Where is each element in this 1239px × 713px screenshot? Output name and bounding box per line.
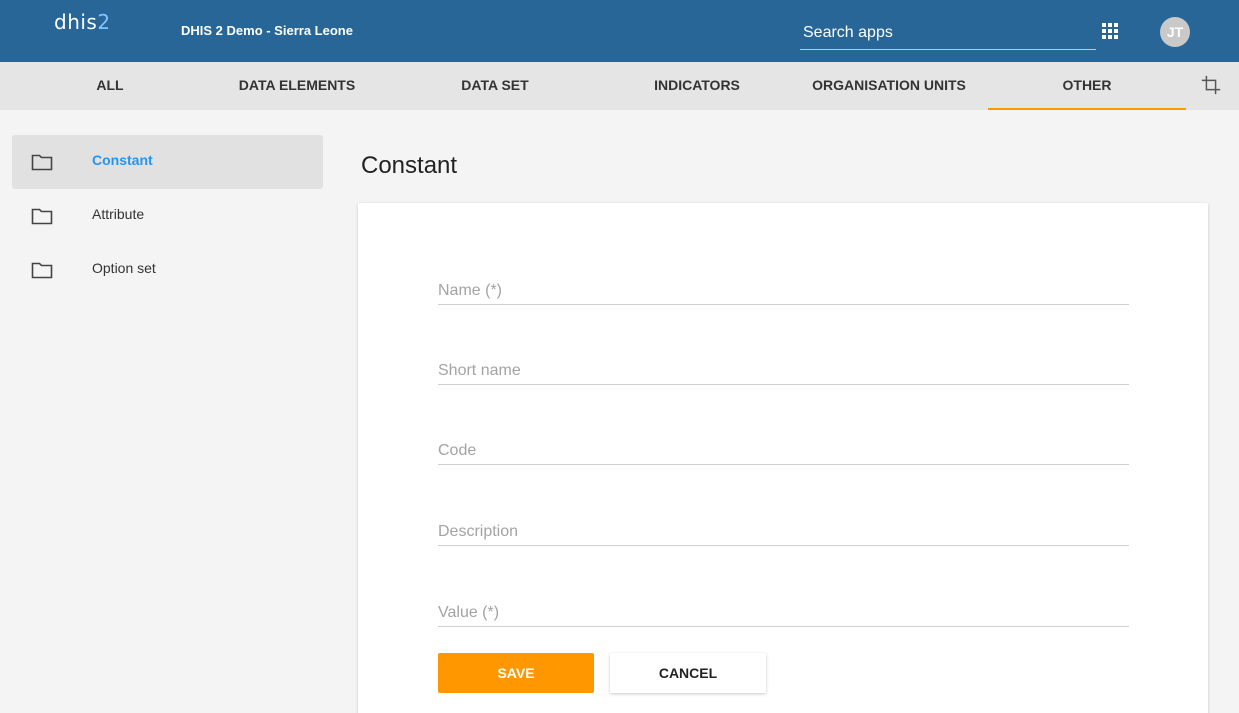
value-input[interactable] [438, 604, 1129, 622]
sidebar-item-constant[interactable]: Constant [12, 135, 323, 189]
page-title: Constant [361, 152, 458, 179]
short-name-field[interactable] [438, 343, 1129, 385]
search-apps-field[interactable]: Search apps [800, 16, 1096, 50]
tab-indicators[interactable]: INDICATORS [612, 62, 782, 110]
name-input[interactable] [438, 282, 1129, 300]
folder-icon [31, 262, 53, 279]
description-input[interactable] [438, 523, 1129, 541]
folder-icon [31, 208, 53, 225]
folder-icon [31, 154, 53, 171]
tab-all[interactable]: ALL [70, 62, 150, 110]
section-tabs: ALL DATA ELEMENTS DATA SET INDICATORS OR… [0, 62, 1239, 110]
description-field[interactable] [438, 504, 1129, 546]
logo-text: dhis [54, 10, 98, 34]
tab-organisation-units[interactable]: ORGANISATION UNITS [790, 62, 988, 110]
logo-number: 2 [97, 10, 111, 34]
apps-grid-icon[interactable] [1102, 23, 1118, 39]
name-field[interactable] [438, 263, 1129, 305]
sidebar-item-label: Attribute [92, 206, 145, 222]
tab-data-elements[interactable]: DATA ELEMENTS [212, 62, 382, 110]
sidebar-item-attribute[interactable]: Attribute [12, 189, 323, 243]
dhis2-logo[interactable]: dhis2 [54, 10, 111, 34]
cancel-button[interactable]: CANCEL [610, 653, 766, 693]
save-button[interactable]: SAVE [438, 653, 594, 693]
header-bar: dhis2 DHIS 2 Demo - Sierra Leone Search … [0, 0, 1239, 62]
tab-data-set[interactable]: DATA SET [420, 62, 570, 110]
crop-icon[interactable] [1200, 74, 1222, 96]
code-field[interactable] [438, 423, 1129, 465]
search-apps-placeholder: Search apps [803, 24, 893, 41]
sidebar-item-option-set[interactable]: Option set [12, 243, 323, 297]
sidebar-item-label: Constant [92, 152, 153, 168]
user-avatar[interactable]: JT [1160, 17, 1190, 47]
tab-other[interactable]: OTHER [988, 62, 1186, 110]
short-name-input[interactable] [438, 362, 1129, 380]
code-input[interactable] [438, 442, 1129, 460]
sidebar-item-label: Option set [92, 260, 156, 276]
instance-title: DHIS 2 Demo - Sierra Leone [181, 23, 353, 38]
value-field[interactable] [438, 585, 1129, 627]
